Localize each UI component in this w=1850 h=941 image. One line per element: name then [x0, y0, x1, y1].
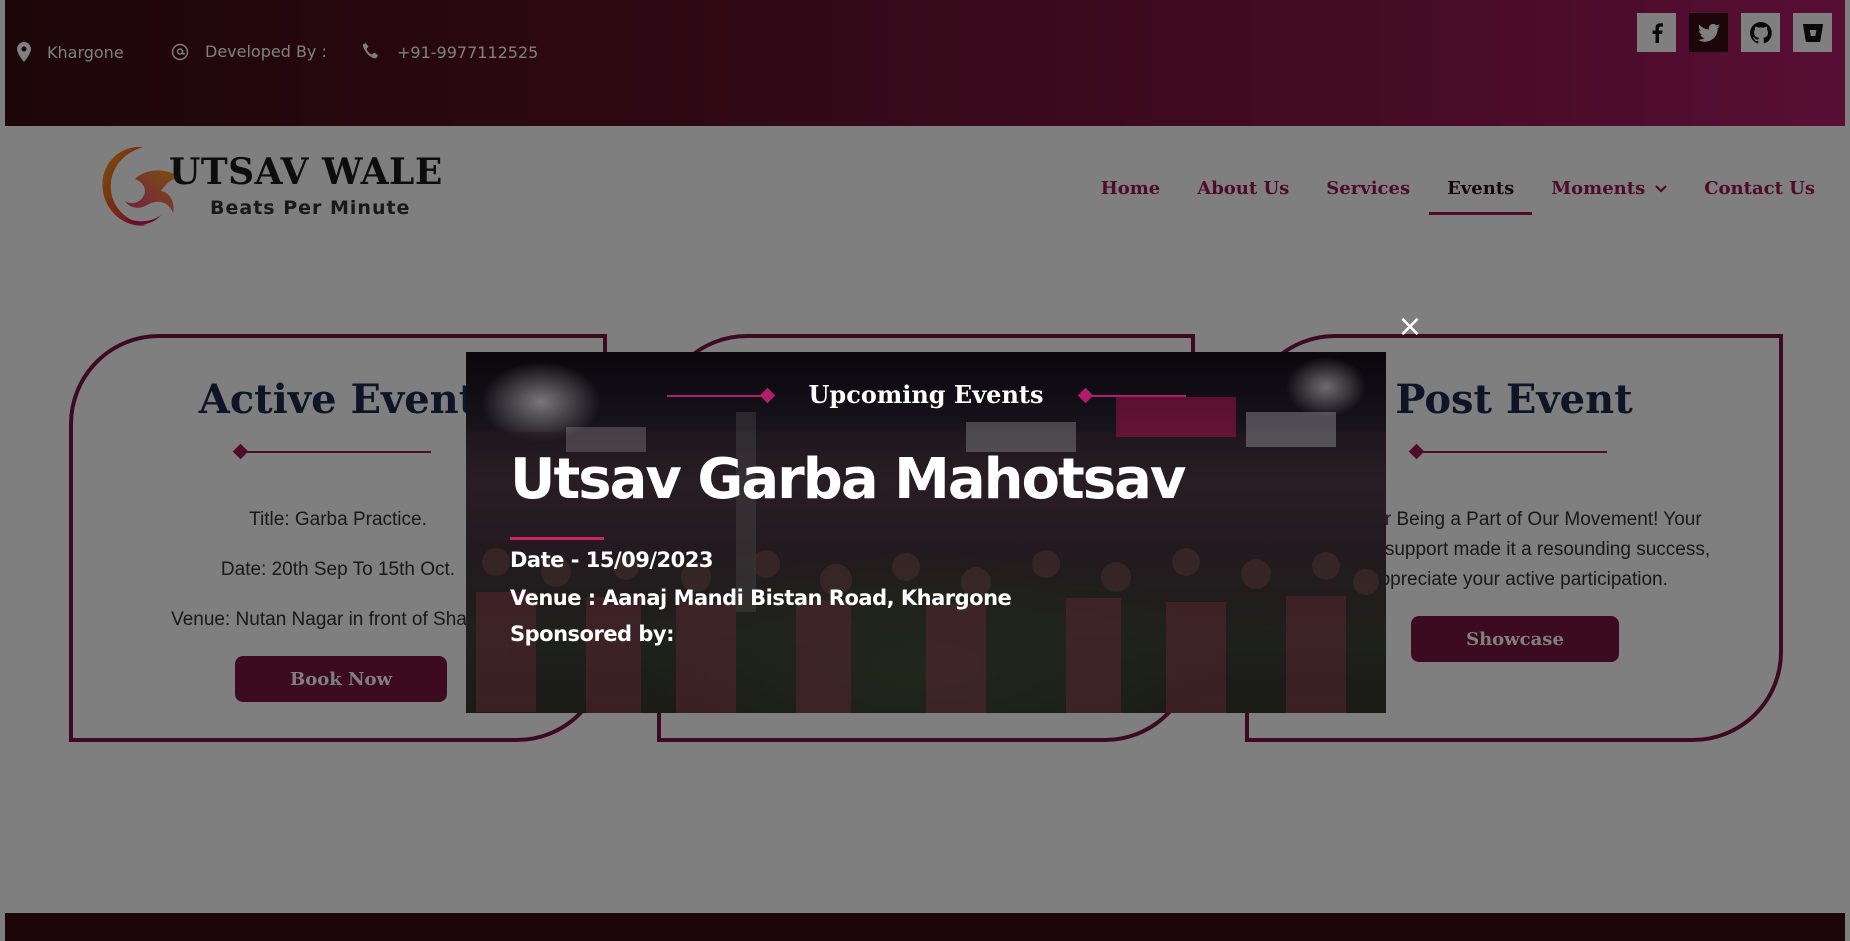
upcoming-event-modal: Upcoming Events Utsav Garba Mahotsav Dat…: [466, 352, 1386, 713]
modal-heading: Upcoming Events: [808, 380, 1044, 409]
heading-divider-right: [1086, 395, 1186, 397]
close-icon[interactable]: ×: [1397, 312, 1423, 342]
page: Khargone Developed By : +91-9977112525: [0, 0, 1850, 941]
title-underline: [510, 537, 604, 540]
event-title: Utsav Garba Mahotsav: [510, 447, 1186, 512]
event-venue: Venue : Aanaj Mandi Bistan Road, Khargon…: [510, 586, 1012, 610]
event-sponsored: Sponsored by:: [510, 622, 675, 646]
event-date: Date - 15/09/2023: [510, 548, 713, 572]
